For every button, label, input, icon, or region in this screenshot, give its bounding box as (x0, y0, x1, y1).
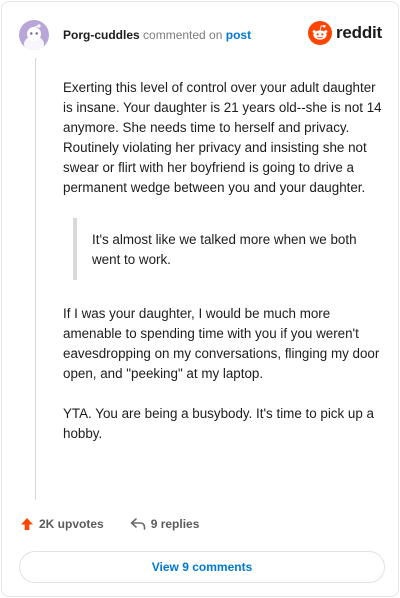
upvote-button[interactable]: 2K upvotes (20, 517, 104, 531)
reply-arrow-icon (130, 518, 145, 530)
post-link[interactable]: post (226, 28, 251, 42)
action-text: commented on (143, 28, 223, 42)
view-comments-button[interactable]: View 9 comments (19, 551, 385, 583)
comment-body: Exerting this level of control over your… (63, 78, 383, 464)
upvote-count: 2K upvotes (39, 517, 104, 531)
reddit-logo[interactable]: reddit (307, 21, 382, 45)
thread-line[interactable] (35, 58, 36, 500)
comment-header: Porg-cuddles commented on post reddit (19, 18, 382, 52)
comment-paragraph: If I was your daughter, I would be much … (63, 306, 380, 381)
reply-count: 9 replies (150, 517, 200, 531)
username-link[interactable]: Porg-cuddles (63, 28, 140, 42)
comment-meta: Porg-cuddles commented on post (63, 28, 251, 42)
quote-text: It's almost like we talked more when we … (92, 232, 357, 267)
reddit-alien-icon (307, 21, 332, 45)
reddit-wordmark: reddit (335, 23, 382, 42)
blockquote: It's almost like we talked more when we … (73, 218, 383, 280)
replies-button[interactable]: 9 replies (130, 517, 200, 531)
comment-actions: 2K upvotes 9 replies (20, 517, 199, 531)
upvote-arrow-icon (21, 518, 33, 530)
comment-card: Porg-cuddles commented on post reddit Ex… (1, 1, 399, 597)
snoo-avatar-icon[interactable] (19, 20, 49, 50)
comment-paragraph: YTA. You are being a busybody. It's time… (63, 406, 374, 441)
comment-paragraph: Exerting this level of control over your… (63, 80, 382, 195)
